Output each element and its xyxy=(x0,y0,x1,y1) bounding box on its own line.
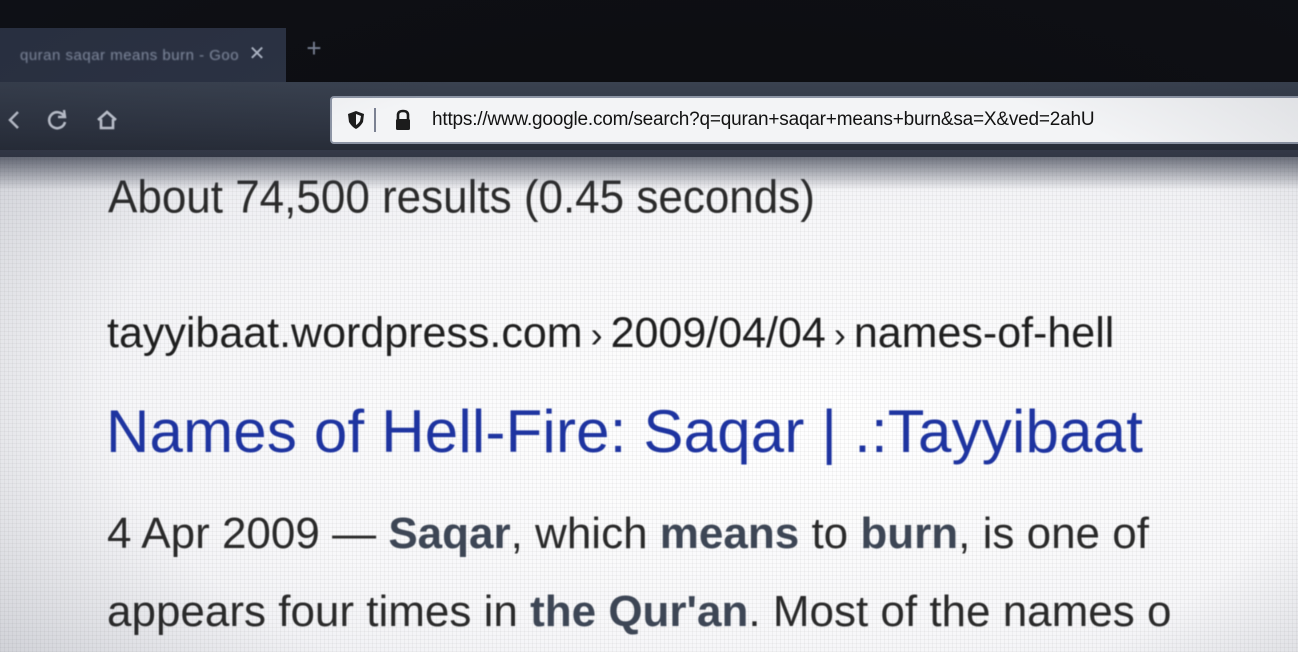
shield-icon[interactable] xyxy=(346,110,366,130)
tab-search-results[interactable]: quran saqar means burn - Goo ✕ xyxy=(0,28,286,84)
snippet-highlight: means xyxy=(659,509,800,558)
tab-bar: quran saqar means burn - Goo ✕ + xyxy=(0,0,1298,84)
result-title-link[interactable]: Names of Hell-Fire: Saqar | .:Tayyibaat xyxy=(106,397,1143,466)
snippet-highlight: the Qur'an xyxy=(530,587,749,636)
toolbar-shadow xyxy=(0,150,1298,190)
navigation-toolbar: https://www.google.com/search?q=quran+sa… xyxy=(0,82,1298,157)
plus-icon[interactable]: + xyxy=(302,35,326,61)
reload-icon[interactable] xyxy=(44,107,70,133)
home-icon[interactable] xyxy=(94,107,120,133)
result-breadcrumb[interactable]: tayyibaat.wordpress.com › 2009/04/04 › names… xyxy=(107,309,1114,358)
urlbar-separator xyxy=(374,108,376,132)
url-text[interactable]: https://www.google.com/search?q=quran+sa… xyxy=(432,109,1095,131)
breadcrumb-separator: › xyxy=(833,314,846,355)
tab-title: quran saqar means burn - Goo xyxy=(20,47,240,64)
snippet-text: . Most of the names o xyxy=(748,587,1172,636)
snippet-highlight: burn xyxy=(860,509,959,558)
result-snippet-line: appears four times in the Qur'an. Most o… xyxy=(107,587,1171,637)
breadcrumb-path-slug: names-of-hell xyxy=(853,309,1115,357)
snippet-date: 4 Apr 2009 — xyxy=(107,509,377,558)
browser-window: quran saqar means burn - Goo ✕ + https:/… xyxy=(0,0,1298,652)
address-bar[interactable]: https://www.google.com/search?q=quran+sa… xyxy=(330,96,1298,144)
result-snippet-line: 4 Apr 2009 — Saqar, which means to burn,… xyxy=(107,509,1149,559)
snippet-text: , which xyxy=(510,509,648,558)
lock-icon[interactable] xyxy=(394,109,412,131)
snippet-text: appears four times in xyxy=(107,587,518,636)
snippet-text: , is one of xyxy=(958,509,1149,558)
search-results-page: About 74,500 results (0.45 seconds) tayy… xyxy=(0,157,1298,652)
snippet-highlight: Saqar xyxy=(388,509,511,558)
close-icon[interactable]: ✕ xyxy=(246,43,268,65)
breadcrumb-separator: › xyxy=(590,314,603,355)
breadcrumb-path-date: 2009/04/04 xyxy=(610,309,826,357)
breadcrumb-domain: tayyibaat.wordpress.com xyxy=(107,309,583,357)
arrow-left-icon[interactable] xyxy=(2,107,28,133)
snippet-text: to xyxy=(811,509,849,558)
